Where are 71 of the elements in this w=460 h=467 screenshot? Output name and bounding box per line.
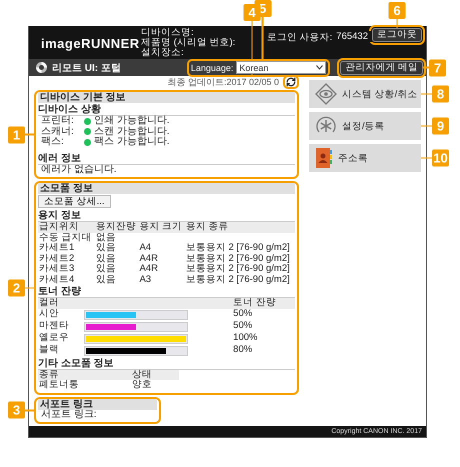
section-heading: 서포트 링크 bbox=[38, 398, 158, 410]
support-link-label: 서포트 링크: bbox=[41, 410, 97, 420]
table-cell: 양호 bbox=[130, 380, 180, 390]
device-label: 제품명 (시리얼 번호): bbox=[141, 38, 236, 48]
logout-button[interactable]: 로그아웃 bbox=[372, 28, 422, 42]
table-cell-text: 카세트3 bbox=[38, 264, 76, 274]
device-label: 설치장소: bbox=[141, 48, 184, 58]
section-heading: 소모품 정보 bbox=[38, 183, 295, 194]
callout-badge: 9 bbox=[432, 118, 449, 134]
callout-badge: 6 bbox=[388, 2, 406, 19]
table-cell-text: 보통용지 2 [76-90 g/m2] bbox=[184, 264, 291, 274]
table-cell-text: 50% bbox=[232, 320, 254, 332]
callout-badge: 10 bbox=[432, 150, 449, 166]
error-text: 에러가 없습니다. bbox=[41, 164, 117, 175]
column-header: 용지 크기 bbox=[138, 222, 185, 232]
menu-button[interactable]: 설정/등록 bbox=[309, 112, 421, 140]
status-label: 스캐너: bbox=[41, 126, 75, 136]
table-cell: 50% bbox=[232, 308, 295, 320]
table-cell-text: 있음 bbox=[94, 274, 117, 285]
callout-badge: 1 bbox=[8, 126, 25, 143]
language-label: Language: bbox=[190, 62, 234, 72]
table-cell-text: 옐로우 bbox=[38, 332, 70, 344]
table-cell-text: 카세트2 bbox=[38, 254, 76, 264]
table-cell-text: 보통용지 2 [76-90 g/m2] bbox=[184, 274, 291, 285]
column-header: 종류 bbox=[38, 370, 131, 380]
table-cell-text: 80% bbox=[232, 344, 254, 356]
last-update: 최종 업데이트:2017 02/05 0 bbox=[167, 76, 279, 88]
table-cell-text: 카세트1 bbox=[38, 243, 76, 254]
table-cell-text: 보통용지 2 [76-90 g/m2] bbox=[184, 254, 291, 264]
details-button[interactable]: 소모품 상세... bbox=[38, 195, 111, 208]
callout-badge: 7 bbox=[429, 59, 446, 76]
subsection-heading: 디바이스 상황 bbox=[38, 104, 295, 116]
table-cell-text: 마젠타 bbox=[38, 320, 70, 332]
table-cell: 시안 bbox=[38, 308, 84, 320]
status-text: 스캔 가능합니다. bbox=[94, 126, 170, 136]
table-cell-text: A4R bbox=[138, 264, 159, 274]
table-cell-text: A3 bbox=[138, 274, 152, 285]
column-header: 용지 종류 bbox=[184, 222, 295, 232]
table-cell: 폐토너통 bbox=[38, 380, 131, 390]
subsection-heading: 에러 정보 bbox=[38, 152, 295, 164]
column-header: 컬러 bbox=[38, 298, 84, 308]
column-header: 용지잔량 bbox=[94, 222, 138, 232]
status-label: 팩스: bbox=[41, 137, 65, 148]
login-user: 765432 bbox=[336, 31, 372, 42]
logo: imageRUNNER bbox=[41, 36, 141, 51]
callout-badge: 4 bbox=[244, 4, 260, 21]
callout-badge: 2 bbox=[8, 279, 25, 296]
section-heading: 디바이스 기본 정보 bbox=[38, 92, 295, 103]
table-cell-text: A4R bbox=[138, 254, 159, 264]
column-header: 토너 잔량 bbox=[232, 298, 295, 308]
column-header: 급지위치 bbox=[38, 222, 95, 232]
language-select[interactable]: Korean bbox=[236, 61, 326, 74]
table-cell-text: 있음 bbox=[94, 264, 117, 274]
menu-button[interactable]: 주소록 bbox=[309, 144, 421, 172]
table-cell-text: 블랙 bbox=[38, 344, 60, 356]
table-cell: 수동 급지대 bbox=[38, 232, 95, 243]
status-text: 인쇄 가능합니다. bbox=[94, 116, 170, 126]
menu-button[interactable]: 시스템 상황/취소 bbox=[309, 80, 421, 108]
callout-badge: 3 bbox=[8, 402, 25, 419]
table-cell-text: 보통용지 2 [76-90 g/m2] bbox=[184, 243, 291, 254]
table-cell-text: A4 bbox=[138, 243, 152, 254]
table-cell: 없음 bbox=[94, 232, 138, 243]
table-cell-text: 100% bbox=[232, 332, 258, 344]
table-cell-text: 있음 bbox=[94, 254, 117, 264]
status-text: 팩스 가능합니다. bbox=[94, 137, 170, 148]
table-cell-text: 카세트4 bbox=[38, 274, 76, 285]
status-label: 프린터: bbox=[41, 116, 75, 126]
table-cell-text: 있음 bbox=[94, 243, 117, 254]
device-label: 디바이스명: bbox=[141, 28, 194, 38]
page-title: 리모트 UI: 포털 bbox=[52, 62, 121, 74]
callout-badge: 8 bbox=[432, 86, 449, 102]
